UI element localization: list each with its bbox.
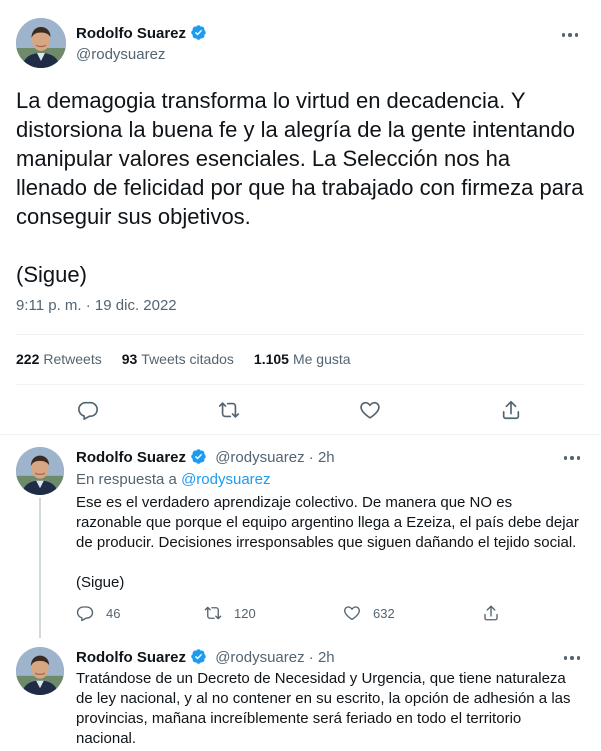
retweet-count: 120 xyxy=(234,605,256,621)
quotes-count: 93 xyxy=(121,351,138,367)
like-icon xyxy=(343,604,361,622)
divider xyxy=(16,334,585,335)
author-name[interactable]: Rodolfo Suarez xyxy=(76,25,186,42)
reply-count: 46 xyxy=(106,605,121,621)
reply-header: Rodolfo Suarez @rodysuarez · 2h xyxy=(76,448,335,466)
reply-tweet[interactable]: Rodolfo Suarez @rodysuarez · 2h En respu… xyxy=(0,447,601,637)
reply-tweet[interactable]: Rodolfo Suarez @rodysuarez · 2h Tratándo… xyxy=(0,647,601,751)
reply-button[interactable]: 46 xyxy=(76,604,120,622)
avatar-image xyxy=(16,647,64,695)
verified-badge-icon xyxy=(190,448,207,465)
tweet-stats: 222 Retweets 93 Tweets citados 1.105 Me gus… xyxy=(16,344,351,374)
main-tweet-actions xyxy=(0,395,601,425)
quotes-stat[interactable]: 93 Tweets citados xyxy=(122,351,234,367)
divider xyxy=(0,434,601,435)
like-icon[interactable] xyxy=(359,399,381,421)
avatar-image xyxy=(16,18,66,68)
reply-header: Rodolfo Suarez @rodysuarez · 2h xyxy=(76,648,335,666)
like-button[interactable]: 632 xyxy=(343,604,395,622)
reply-icon xyxy=(76,604,94,622)
tweet-text: La demagogia transforma lo virtud en dec… xyxy=(16,88,584,287)
like-count: 632 xyxy=(373,605,395,621)
divider xyxy=(16,384,585,385)
author-name-row[interactable]: Rodolfo Suarez xyxy=(76,24,207,43)
retweets-count: 222 xyxy=(16,351,40,367)
retweet-icon xyxy=(204,604,222,622)
reply-text: Tratándose de un Decreto de Necesidad y … xyxy=(76,670,575,747)
quotes-label: Tweets citados xyxy=(141,351,234,367)
in-reply-handle-link[interactable]: @rodysuarez xyxy=(181,471,270,488)
likes-count: 1.105 xyxy=(253,351,289,367)
author-avatar[interactable] xyxy=(16,647,64,695)
verified-badge-icon xyxy=(190,24,207,41)
author-handle[interactable]: @rodysuarez xyxy=(215,649,304,666)
tweet-age[interactable]: · 2h xyxy=(309,449,335,466)
retweet-button[interactable]: 120 xyxy=(204,604,256,622)
share-icon xyxy=(482,604,500,622)
reply-text: Ese es el verdadero aprendizaje colectiv… xyxy=(76,494,579,591)
main-tweet-header: Rodolfo Suarez @rodysuarez xyxy=(16,18,585,68)
author-handle[interactable]: @rodysuarez xyxy=(76,46,165,63)
more-icon[interactable] xyxy=(557,449,587,469)
retweets-label: Retweets xyxy=(43,351,102,367)
author-avatar[interactable] xyxy=(16,447,64,495)
likes-stat[interactable]: 1.105 Me gusta xyxy=(254,351,351,367)
avatar-image xyxy=(16,447,64,495)
author-avatar[interactable] xyxy=(16,18,66,68)
retweet-icon[interactable] xyxy=(218,399,240,421)
share-icon[interactable] xyxy=(500,399,522,421)
author-handle[interactable]: @rodysuarez xyxy=(215,449,304,466)
author-name[interactable]: Rodolfo Suarez xyxy=(76,649,186,666)
tweet-age[interactable]: · 2h xyxy=(309,649,335,666)
author-name[interactable]: Rodolfo Suarez xyxy=(76,449,186,466)
in-reply-to: En respuesta a @rodysuarez xyxy=(76,471,271,488)
in-reply-prefix: En respuesta a xyxy=(76,471,177,488)
reply-icon[interactable] xyxy=(77,399,99,421)
share-button[interactable] xyxy=(482,604,500,622)
tweet-timestamp[interactable]: 9:11 p. m. · 19 dic. 2022 xyxy=(16,297,177,314)
reply-actions: 46 120 632 xyxy=(76,604,516,624)
verified-badge-icon xyxy=(190,648,207,665)
more-icon[interactable] xyxy=(555,26,585,46)
retweets-stat[interactable]: 222 Retweets xyxy=(16,351,102,367)
likes-label: Me gusta xyxy=(292,351,351,367)
more-icon[interactable] xyxy=(557,649,587,669)
